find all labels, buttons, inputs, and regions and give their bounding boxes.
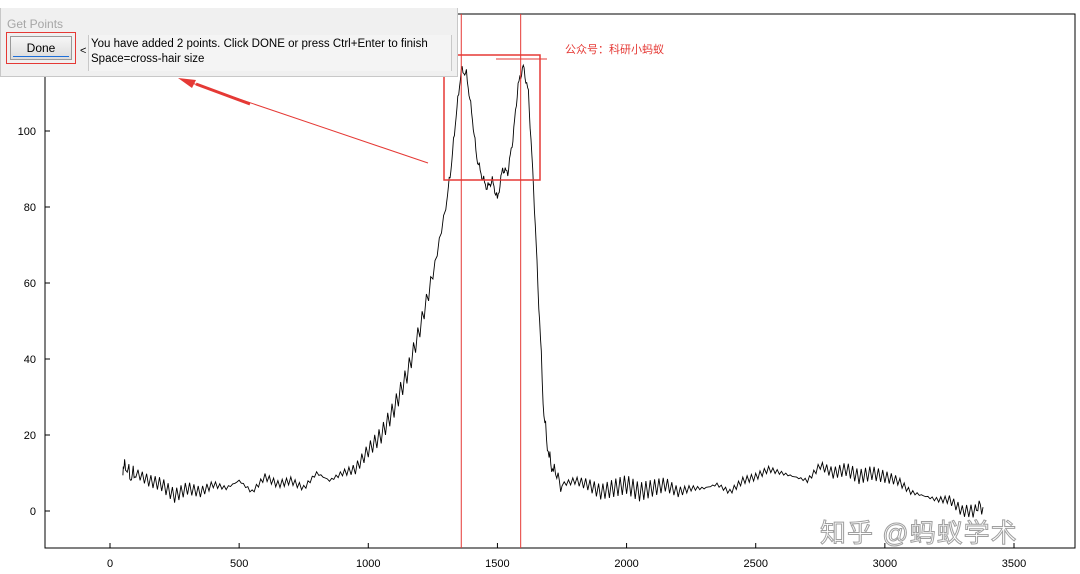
done-highlight-box: Done	[6, 32, 76, 64]
y-tick-label: 0	[30, 506, 36, 518]
done-button[interactable]: Done	[10, 36, 72, 60]
lt-glyph: <	[80, 45, 87, 57]
watermark-text: 公众号：科研小蚂蚁	[565, 44, 664, 56]
dialog-title: Get Points	[7, 17, 64, 31]
x-tick-label: 3000	[873, 558, 897, 570]
focus-underline	[13, 56, 69, 57]
y-tick-label: 40	[24, 354, 36, 366]
x-tick-label: 0	[107, 558, 113, 570]
x-tick-label: 2000	[614, 558, 638, 570]
zhihu-watermark: 知乎 @蚂蚁学术	[820, 518, 1018, 549]
instruction-message: You have added 2 points. Click DONE or p…	[88, 35, 452, 71]
peaks-highlight-box	[443, 54, 541, 181]
done-button-label: Done	[26, 41, 56, 55]
get-points-dialog: Get Points Done < You have added 2 point…	[0, 8, 458, 77]
axes-frame	[44, 13, 1076, 549]
y-tick-label: 100	[18, 126, 36, 138]
plot-area[interactable]: 0 500 1000 1500 2000 2500 3000 3500 0 20 40 60 80 100	[0, 0, 1080, 574]
y-tick-label: 60	[24, 278, 36, 290]
x-tick-label: 2500	[743, 558, 767, 570]
x-tick-label: 1500	[485, 558, 509, 570]
message-line-1: You have added 2 points. Click DONE or p…	[91, 38, 428, 50]
x-tick-label: 500	[230, 558, 248, 570]
message-line-2: Space=cross-hair size	[91, 53, 205, 65]
y-tick-label: 80	[24, 202, 36, 214]
y-tick-label: 20	[24, 430, 36, 442]
x-tick-label: 3500	[1002, 558, 1026, 570]
line-chart[interactable]: 0 500 1000 1500 2000 2500 3000 3500 0 20 40 60 80 100	[0, 0, 1080, 574]
data-trace-line	[122, 63, 984, 518]
pointer-arrow-head	[178, 78, 196, 88]
pointer-arrow-thick	[195, 82, 251, 106]
x-tick-label: 1000	[356, 558, 380, 570]
